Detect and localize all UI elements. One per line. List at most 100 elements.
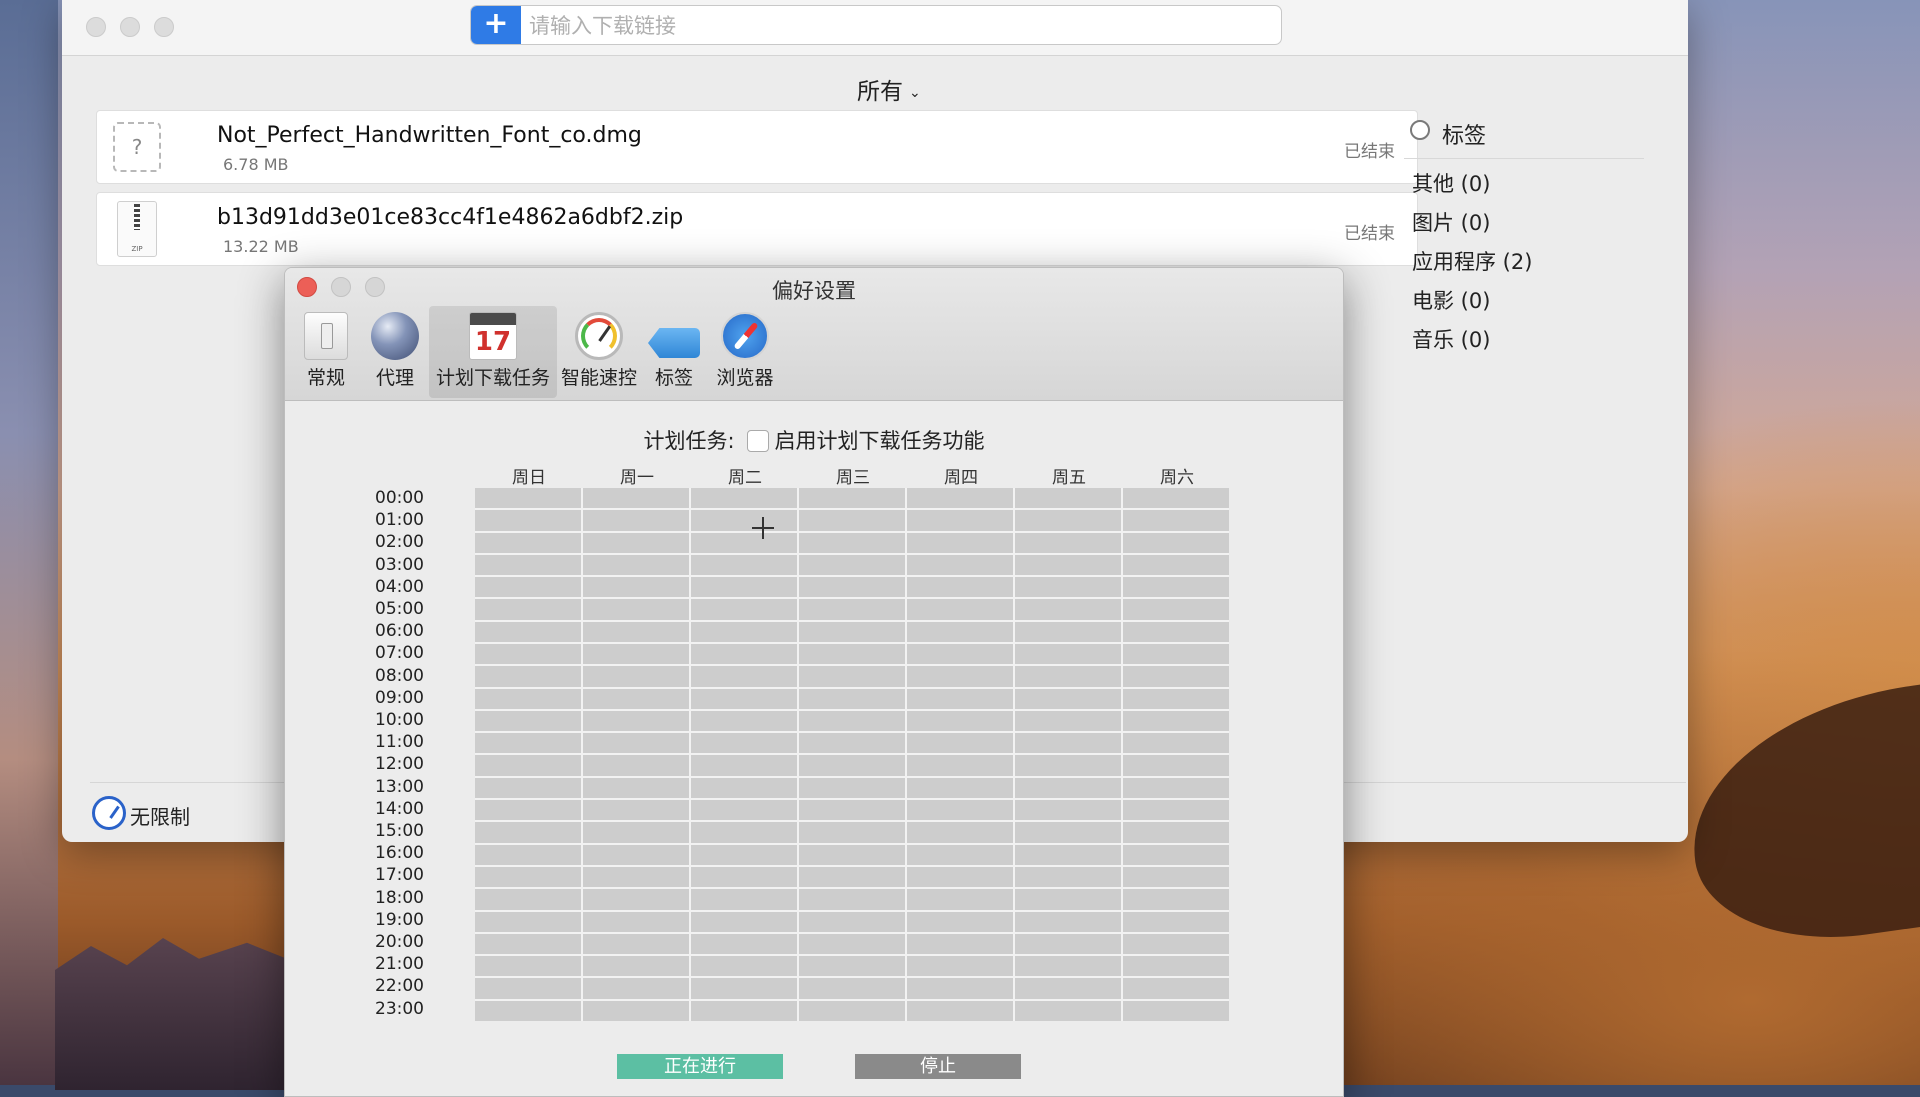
tab-speed-control[interactable]: 智能速控 — [559, 306, 639, 398]
schedule-cell[interactable] — [799, 933, 905, 955]
schedule-cell[interactable] — [1123, 844, 1229, 865]
schedule-cell[interactable] — [907, 777, 1013, 799]
schedule-cell[interactable] — [799, 889, 905, 910]
schedule-cell[interactable] — [691, 866, 797, 888]
schedule-cell[interactable] — [475, 956, 581, 977]
schedule-cell[interactable] — [907, 599, 1013, 620]
schedule-cell[interactable] — [1123, 777, 1229, 799]
schedule-cell[interactable] — [475, 577, 581, 598]
schedule-cell[interactable] — [1015, 688, 1121, 709]
schedule-cell[interactable] — [691, 577, 797, 598]
schedule-cell[interactable] — [1123, 956, 1229, 977]
schedule-cell[interactable] — [799, 956, 905, 977]
download-url-input[interactable] — [527, 6, 1271, 44]
tag-item-apps[interactable]: 应用程序 (2) — [1412, 246, 1532, 276]
schedule-cell[interactable] — [691, 777, 797, 799]
schedule-cell[interactable] — [583, 800, 689, 821]
enable-schedule-label[interactable]: 启用计划下载任务功能 — [775, 429, 985, 453]
schedule-cell[interactable] — [907, 644, 1013, 665]
schedule-cell[interactable] — [799, 733, 905, 754]
speed-gauge-icon[interactable] — [92, 796, 126, 830]
schedule-cell[interactable] — [1123, 599, 1229, 620]
schedule-cell[interactable] — [1123, 889, 1229, 910]
schedule-cell[interactable] — [583, 844, 689, 865]
tab-browser[interactable]: 浏览器 — [705, 306, 785, 398]
schedule-cell[interactable] — [1123, 911, 1229, 932]
schedule-cell[interactable] — [691, 978, 797, 999]
schedule-cell[interactable] — [583, 822, 689, 843]
schedule-cell[interactable] — [1123, 755, 1229, 776]
schedule-cell[interactable] — [799, 710, 905, 732]
schedule-cell[interactable] — [799, 866, 905, 888]
schedule-cell[interactable] — [1015, 488, 1121, 509]
schedule-cell[interactable] — [907, 844, 1013, 865]
schedule-cell[interactable] — [1015, 956, 1121, 977]
schedule-cell[interactable] — [583, 554, 689, 576]
schedule-cell[interactable] — [691, 621, 797, 643]
schedule-cell[interactable] — [799, 688, 905, 709]
schedule-cell[interactable] — [583, 755, 689, 776]
schedule-cell[interactable] — [1015, 889, 1121, 910]
schedule-cell[interactable] — [907, 688, 1013, 709]
schedule-cell[interactable] — [1123, 822, 1229, 843]
schedule-cell[interactable] — [1015, 554, 1121, 576]
schedule-cell[interactable] — [799, 577, 905, 598]
schedule-cell[interactable] — [1123, 1000, 1229, 1021]
schedule-cell[interactable] — [1123, 733, 1229, 754]
schedule-cell[interactable] — [691, 1000, 797, 1021]
schedule-cell[interactable] — [907, 621, 1013, 643]
schedule-cell[interactable] — [799, 777, 905, 799]
schedule-cell[interactable] — [1015, 755, 1121, 776]
schedule-cell[interactable] — [799, 800, 905, 821]
schedule-cell[interactable] — [1015, 1000, 1121, 1021]
schedule-cell[interactable] — [799, 755, 905, 776]
schedule-cell[interactable] — [475, 844, 581, 865]
schedule-cell[interactable] — [1015, 710, 1121, 732]
schedule-cell[interactable] — [799, 911, 905, 932]
schedule-cell[interactable] — [475, 510, 581, 531]
schedule-cell[interactable] — [583, 621, 689, 643]
schedule-cell[interactable] — [583, 688, 689, 709]
enable-schedule-checkbox[interactable] — [746, 430, 769, 452]
schedule-cell[interactable] — [691, 599, 797, 620]
schedule-cell[interactable] — [583, 911, 689, 932]
schedule-cell[interactable] — [691, 666, 797, 687]
schedule-cell[interactable] — [1123, 978, 1229, 999]
schedule-cell[interactable] — [475, 933, 581, 955]
schedule-cell[interactable] — [583, 933, 689, 955]
schedule-cell[interactable] — [1123, 621, 1229, 643]
schedule-cell[interactable] — [907, 554, 1013, 576]
schedule-cell[interactable] — [475, 777, 581, 799]
schedule-cell[interactable] — [583, 710, 689, 732]
schedule-cell[interactable] — [475, 488, 581, 509]
schedule-cell[interactable] — [799, 822, 905, 843]
schedule-cell[interactable] — [691, 644, 797, 665]
tag-header[interactable]: 标签 — [1404, 118, 1644, 159]
schedule-cell[interactable] — [1123, 688, 1229, 709]
schedule-cell[interactable] — [475, 666, 581, 687]
download-item[interactable]: ? Not_Perfect_Handwritten_Font_co.dmg 6.… — [96, 110, 1418, 184]
schedule-cell[interactable] — [1015, 510, 1121, 531]
tag-item-images[interactable]: 图片 (0) — [1412, 207, 1490, 237]
schedule-cell[interactable] — [907, 800, 1013, 821]
schedule-cell[interactable] — [907, 1000, 1013, 1021]
schedule-cell[interactable] — [475, 621, 581, 643]
tag-item-music[interactable]: 音乐 (0) — [1412, 324, 1490, 354]
running-button[interactable]: 正在进行 — [617, 1054, 783, 1079]
schedule-cell[interactable] — [799, 488, 905, 509]
schedule-cell[interactable] — [475, 866, 581, 888]
speed-limit-label[interactable]: 无限制 — [130, 801, 190, 830]
schedule-cell[interactable] — [907, 510, 1013, 531]
schedule-cell[interactable] — [1015, 644, 1121, 665]
schedule-cell[interactable] — [583, 488, 689, 509]
schedule-cell[interactable] — [1123, 800, 1229, 821]
schedule-cell[interactable] — [583, 889, 689, 910]
schedule-cell[interactable] — [475, 554, 581, 576]
schedule-cell[interactable] — [799, 644, 905, 665]
schedule-cell[interactable] — [691, 710, 797, 732]
schedule-cell[interactable] — [475, 800, 581, 821]
schedule-cell[interactable] — [691, 755, 797, 776]
schedule-cell[interactable] — [907, 956, 1013, 977]
schedule-cell[interactable] — [907, 911, 1013, 932]
schedule-cell[interactable] — [583, 1000, 689, 1021]
